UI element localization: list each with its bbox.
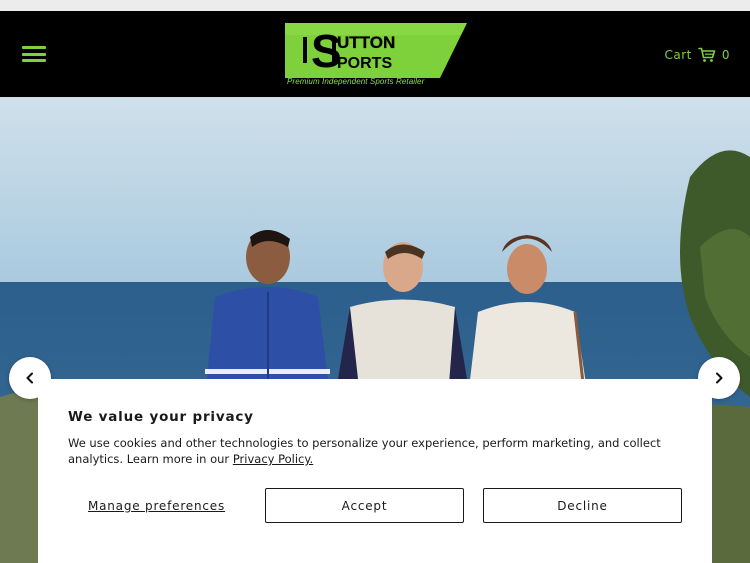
logo-bar-left [303, 37, 307, 63]
cookie-consent-banner: We value your privacy We use cookies and… [38, 379, 712, 563]
decline-button[interactable]: Decline [483, 488, 682, 523]
cookie-banner-text: We use cookies and other technologies to… [68, 435, 668, 467]
chevron-right-icon [716, 372, 723, 384]
logo-word-top: UTTON [337, 33, 395, 52]
accept-button[interactable]: Accept [265, 488, 464, 523]
logo-word-bottom: PORTS [337, 55, 392, 72]
manage-preferences-button[interactable]: Manage preferences [68, 488, 245, 523]
site-header: S UTTON PORTS Premium Independent Sports… [0, 11, 750, 97]
cart-link[interactable]: Cart 0 [664, 47, 730, 63]
cookie-banner-body: We use cookies and other technologies to… [68, 436, 661, 466]
privacy-policy-link[interactable]: Privacy Policy. [233, 452, 313, 466]
logo-tagline: Premium Independent Sports Retailer [287, 77, 425, 86]
cart-count: 0 [721, 48, 730, 62]
chevron-left-icon [26, 372, 33, 384]
cookie-banner-title: We value your privacy [68, 409, 254, 425]
cart-label: Cart [664, 48, 692, 62]
browser-top-strip [0, 0, 750, 11]
logo-bar-right [332, 37, 336, 63]
cookie-banner-actions: Manage preferences Accept Decline [68, 488, 682, 523]
shopping-cart-icon [698, 47, 716, 62]
hamburger-menu-icon[interactable] [22, 46, 46, 62]
